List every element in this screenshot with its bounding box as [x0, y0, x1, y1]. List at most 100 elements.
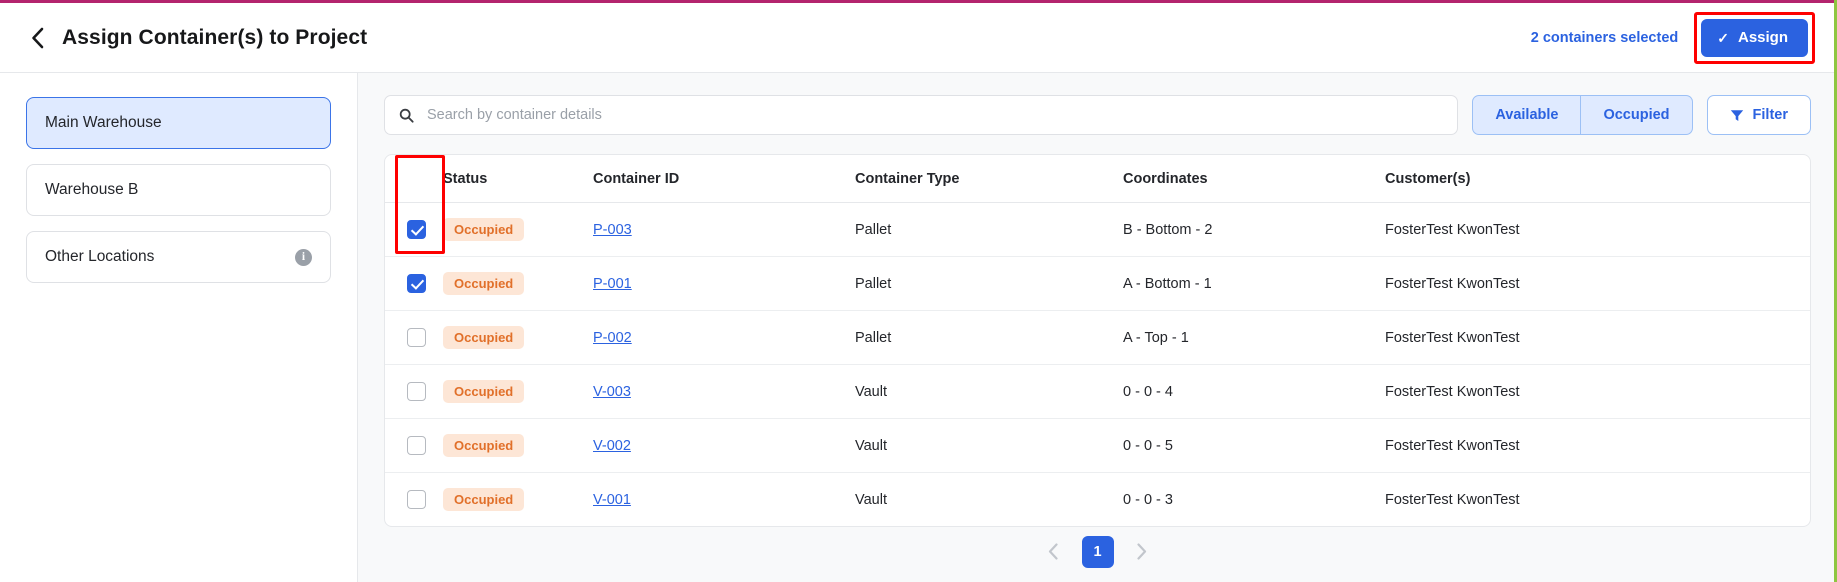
table-row[interactable]: Occupied P-001 Pallet A - Bottom - 1 Fos… [385, 256, 1810, 311]
row-customer-cell: FosterTest KwonTest [1385, 491, 1520, 508]
row-checkbox[interactable] [407, 274, 426, 293]
row-container-type-cell: Vault [855, 418, 1123, 473]
container-id-link[interactable]: V-002 [593, 438, 631, 454]
status-badge: Occupied [443, 380, 525, 403]
row-select-cell [385, 310, 443, 365]
container-id-link[interactable]: V-001 [593, 492, 631, 508]
table-head: Status Container ID Container Type Coord… [385, 155, 1810, 203]
filter-icon [1730, 109, 1743, 121]
table-header-row: Status Container ID Container Type Coord… [385, 155, 1810, 203]
header-actions: 2 containers selected ✓ Assign [1530, 11, 1815, 64]
sidebar-item-label: Warehouse B [45, 181, 139, 198]
assign-button[interactable]: ✓ Assign [1701, 18, 1808, 57]
row-checkbox[interactable] [407, 328, 426, 347]
row-checkbox[interactable] [407, 382, 426, 401]
row-container-type-cell: Vault [855, 364, 1123, 419]
back-button[interactable] [24, 25, 50, 51]
status-badge: Occupied [443, 488, 525, 511]
row-container-id-cell: P-003 [593, 202, 855, 257]
filter-button-label: Filter [1752, 107, 1788, 123]
row-coordinates-cell: 0 - 0 - 4 [1123, 364, 1385, 419]
chevron-left-icon [1048, 543, 1058, 560]
row-container-type-cell: Pallet [855, 202, 1123, 257]
table-row[interactable]: Occupied P-002 Pallet A - Top - 1 Foster… [385, 310, 1810, 365]
column-header-container-id: Container ID [593, 155, 855, 203]
row-container-id-cell: P-001 [593, 256, 855, 311]
row-container-id-cell: V-003 [593, 364, 855, 419]
row-checkbox[interactable] [407, 220, 426, 239]
column-header-customers: Customer(s) [1385, 155, 1810, 203]
row-container-type-cell: Pallet [855, 310, 1123, 365]
table-toolbar: Available Occupied Filter [384, 95, 1811, 135]
pagination: 1 [384, 527, 1811, 582]
container-id-link[interactable]: P-001 [593, 276, 632, 292]
table-row[interactable]: Occupied V-002 Vault 0 - 0 - 5 FosterTes… [385, 418, 1810, 473]
column-header-status: Status [443, 155, 593, 203]
status-badge: Occupied [443, 272, 525, 295]
sidebar-item-warehouse-b[interactable]: Warehouse B [26, 164, 331, 216]
assign-button-highlight: ✓ Assign [1694, 11, 1815, 64]
row-customer-cell: FosterTest KwonTest [1385, 418, 1810, 473]
chevron-right-icon [1137, 543, 1147, 560]
search-box[interactable] [384, 95, 1459, 135]
row-container-id-cell: V-001 [593, 473, 855, 527]
row-select-cell [385, 364, 443, 419]
containers-table-card: Status Container ID Container Type Coord… [384, 154, 1811, 527]
assign-button-label: Assign [1737, 29, 1788, 46]
pagination-prev-button[interactable] [1039, 537, 1069, 567]
table-body: Occupied P-003 Pallet B - Bottom - 2 Fos… [385, 202, 1810, 527]
status-badge: Occupied [443, 434, 525, 457]
column-header-coordinates: Coordinates [1123, 155, 1385, 203]
sidebar-item-other-locations[interactable]: Other Locations i [26, 231, 331, 283]
table-row[interactable]: Occupied P-003 Pallet B - Bottom - 2 Fos… [385, 202, 1810, 257]
container-id-link[interactable]: P-002 [593, 330, 632, 346]
segment-occupied[interactable]: Occupied [1581, 95, 1693, 135]
pagination-page-1[interactable]: 1 [1081, 535, 1114, 568]
row-container-id-cell: P-002 [593, 310, 855, 365]
chevron-left-icon [31, 27, 43, 48]
row-select-cell [385, 256, 443, 311]
table-row[interactable]: Occupied V-003 Vault 0 - 0 - 4 FosterTes… [385, 364, 1810, 419]
page-body: Main Warehouse Warehouse B Other Locatio… [0, 73, 1837, 582]
search-input[interactable] [425, 106, 1444, 124]
sidebar-item-label: Main Warehouse [45, 114, 162, 131]
row-select-cell [385, 202, 443, 257]
container-id-link[interactable]: V-003 [593, 384, 631, 400]
container-id-link[interactable]: P-003 [593, 222, 632, 238]
pagination-next-button[interactable] [1127, 537, 1157, 567]
row-status-cell: Occupied [443, 310, 593, 365]
segment-available[interactable]: Available [1472, 95, 1582, 135]
row-customer-cell: FosterTest KwonTest [1385, 310, 1810, 365]
row-customer-cell: FosterTest KwonTest [1385, 202, 1810, 257]
row-container-type-cell: Vault [855, 491, 887, 508]
check-icon: ✓ [1717, 29, 1729, 46]
row-checkbox[interactable] [407, 436, 426, 455]
main-content: Available Occupied Filter Status [358, 73, 1837, 582]
row-status-cell: Occupied [443, 473, 593, 527]
row-coordinates-cell: 0 - 0 - 3 [1123, 491, 1173, 508]
row-container-id-cell: V-002 [593, 418, 855, 473]
status-badge: Occupied [443, 218, 525, 241]
filter-button[interactable]: Filter [1706, 95, 1811, 135]
sidebar-item-label: Other Locations [45, 248, 155, 265]
row-customer-cell: FosterTest KwonTest [1385, 256, 1810, 311]
containers-table: Status Container ID Container Type Coord… [385, 155, 1810, 526]
row-select-cell [385, 473, 443, 527]
table-row[interactable]: Occupied V-001 Vault 0 - 0 - 3 FosterTes… [385, 473, 1810, 527]
assign-containers-page: Assign Container(s) to Project 2 contain… [0, 0, 1837, 582]
row-status-cell: Occupied [443, 364, 593, 419]
location-sidebar: Main Warehouse Warehouse B Other Locatio… [0, 73, 358, 582]
row-customer-cell: FosterTest KwonTest [1385, 364, 1810, 419]
availability-segmented-control: Available Occupied [1472, 95, 1693, 135]
sidebar-item-main-warehouse[interactable]: Main Warehouse [26, 97, 331, 149]
row-status-cell: Occupied [443, 418, 593, 473]
row-coordinates-cell: 0 - 0 - 5 [1123, 418, 1385, 473]
row-coordinates-cell: A - Top - 1 [1123, 310, 1385, 365]
row-checkbox[interactable] [407, 490, 426, 509]
row-status-cell: Occupied [443, 202, 593, 257]
row-container-type-cell: Pallet [855, 256, 1123, 311]
row-coordinates-cell: A - Bottom - 1 [1123, 256, 1385, 311]
info-icon[interactable]: i [295, 248, 312, 266]
row-select-cell [385, 418, 443, 473]
selection-count-label: 2 containers selected [1530, 29, 1679, 46]
